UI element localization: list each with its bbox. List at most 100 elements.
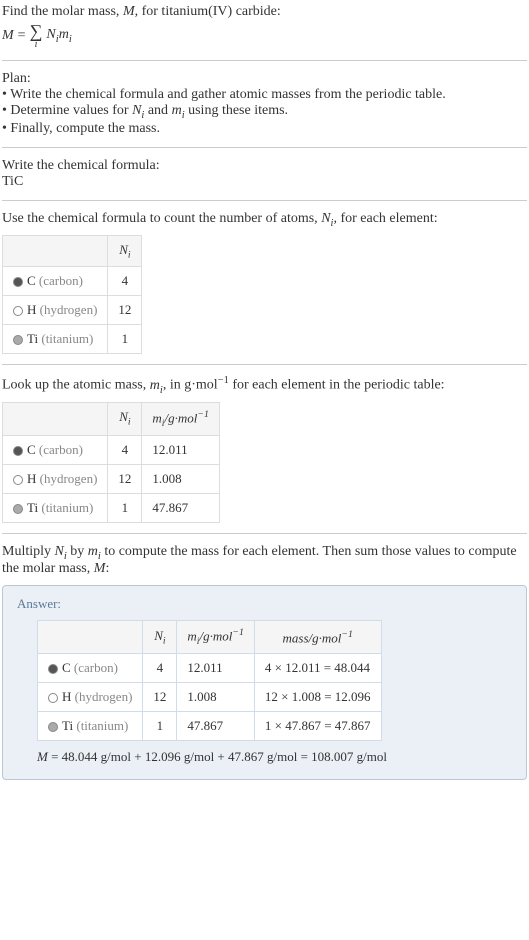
formula-prompt: Write the chemical formula:	[2, 158, 527, 174]
element-cell: H (hydrogen)	[3, 296, 108, 325]
element-symbol: Ti	[27, 331, 38, 346]
divider	[2, 364, 527, 365]
mult-a: Multiply	[2, 544, 55, 559]
table-row: Ti (titanium) 1	[3, 325, 142, 354]
element-cell: C (carbon)	[3, 435, 108, 464]
element-dot-icon	[13, 446, 23, 456]
element-name: (carbon)	[36, 442, 83, 457]
plan-N: Ni	[132, 103, 144, 118]
intro-var-M: M	[123, 4, 135, 19]
element-dot-icon	[13, 335, 23, 345]
final-text: = 48.044 g/mol + 12.096 g/mol + 47.867 g…	[48, 749, 387, 764]
divider	[2, 60, 527, 61]
eq-equals: =	[18, 28, 26, 44]
sigma-icon: ∑ i	[30, 22, 43, 50]
m-cell: 12.011	[177, 654, 254, 683]
element-cell: C (carbon)	[38, 654, 143, 683]
mult-d: :	[105, 561, 109, 576]
calc-cell: 1 × 47.867 = 47.867	[254, 712, 381, 741]
element-cell: H (hydrogen)	[3, 464, 108, 493]
mult-M: M	[94, 561, 106, 576]
count-block: Use the chemical formula to count the nu…	[2, 211, 527, 354]
m-cell: 12.011	[142, 435, 219, 464]
n-cell: 1	[108, 325, 142, 354]
element-cell: Ti (titanium)	[3, 493, 108, 522]
plan-bullet-2: • Determine values for Ni and mi using t…	[2, 103, 527, 121]
eq-m: m	[59, 27, 69, 42]
table-row: Ti (titanium) 1 47.867 1 × 47.867 = 47.8…	[38, 712, 382, 741]
n-cell: 12	[108, 464, 142, 493]
plan-b2-b: and	[144, 103, 171, 118]
element-cell: C (carbon)	[3, 267, 108, 296]
divider	[2, 200, 527, 201]
eq-m-sub: i	[69, 34, 72, 45]
plan-b2-c: using these items.	[185, 103, 288, 118]
element-name: (titanium)	[38, 500, 93, 515]
header-N: Ni	[143, 621, 177, 654]
element-name: (hydrogen)	[36, 302, 97, 317]
header-mass: mass/g·mol−1	[254, 621, 381, 654]
element-symbol: H	[62, 689, 71, 704]
mass-table: Ni mi/g·mol−1 C (carbon) 4 12.011 H (hyd…	[2, 402, 220, 523]
table-header-row: Ni mi/g·mol−1	[3, 402, 220, 435]
intro-equation: M = ∑ i Nimi	[2, 22, 527, 50]
element-cell: Ti (titanium)	[38, 712, 143, 741]
header-empty	[38, 621, 143, 654]
count-prompt-a: Use the chemical formula to count the nu…	[2, 211, 321, 226]
calc-cell: 12 × 1.008 = 12.096	[254, 683, 381, 712]
count-prompt: Use the chemical formula to count the nu…	[2, 211, 527, 229]
plan-m: mi	[172, 103, 185, 118]
element-name: (carbon)	[71, 660, 118, 675]
formula-value: TiC	[2, 174, 527, 190]
mass-prompt-c: for each element in the periodic table:	[229, 378, 445, 393]
element-dot-icon	[48, 693, 58, 703]
plan-title: Plan:	[2, 71, 527, 87]
header-m: mi/g·mol−1	[177, 621, 254, 654]
table-row: H (hydrogen) 12 1.008	[3, 464, 220, 493]
element-name: (carbon)	[36, 273, 83, 288]
header-N: Ni	[108, 402, 142, 435]
final-equation: M = 48.044 g/mol + 12.096 g/mol + 47.867…	[37, 749, 512, 765]
mult-b: by	[67, 544, 88, 559]
n-cell: 12	[143, 683, 177, 712]
table-row: Ti (titanium) 1 47.867	[3, 493, 220, 522]
mult-N: Ni	[55, 544, 67, 559]
element-dot-icon	[13, 277, 23, 287]
count-table: Ni C (carbon) 4 H (hydrogen) 12 Ti (tita…	[2, 235, 142, 355]
intro-text-2: , for titanium(IV) carbide:	[135, 4, 281, 19]
plan-b2-a: • Determine values for	[2, 103, 132, 118]
plan-block: Plan: • Write the chemical formula and g…	[2, 71, 527, 137]
final-M: M	[37, 749, 48, 764]
count-N: Ni	[321, 211, 333, 226]
mass-prompt-b: , in g·mol	[163, 378, 218, 393]
element-symbol: Ti	[27, 500, 38, 515]
eq-lhs: M	[2, 28, 14, 44]
eq-N: N	[46, 27, 55, 42]
table-row: H (hydrogen) 12 1.008 12 × 1.008 = 12.09…	[38, 683, 382, 712]
element-symbol: C	[27, 273, 36, 288]
element-dot-icon	[48, 664, 58, 674]
sigma-symbol: ∑	[30, 22, 43, 40]
multiply-block: Multiply Ni by mi to compute the mass fo…	[2, 544, 527, 578]
n-cell: 4	[108, 435, 142, 464]
m-cell: 47.867	[142, 493, 219, 522]
element-symbol: C	[27, 442, 36, 457]
m-cell: 1.008	[142, 464, 219, 493]
intro-line: Find the molar mass, M, for titanium(IV)…	[2, 4, 527, 20]
answer-label: Answer:	[17, 596, 512, 612]
table-header-row: Ni	[3, 235, 142, 267]
header-empty	[3, 235, 108, 267]
element-symbol: H	[27, 302, 36, 317]
divider	[2, 147, 527, 148]
mass-m: mi	[150, 378, 163, 393]
element-cell: H (hydrogen)	[38, 683, 143, 712]
header-N: Ni	[108, 235, 142, 267]
mass-block: Look up the atomic mass, mi, in g·mol−1 …	[2, 375, 527, 522]
mass-exp: −1	[218, 375, 229, 386]
formula-block: Write the chemical formula: TiC	[2, 158, 527, 190]
element-name: (titanium)	[73, 718, 128, 733]
n-cell: 1	[143, 712, 177, 741]
element-dot-icon	[13, 475, 23, 485]
header-empty	[3, 402, 108, 435]
element-symbol: Ti	[62, 718, 73, 733]
